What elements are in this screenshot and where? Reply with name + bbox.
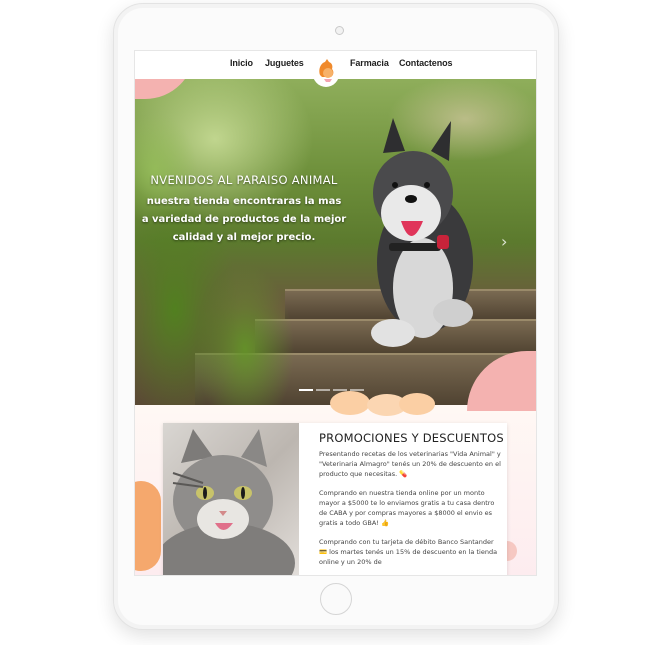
nav-link-juguetes[interactable]: Juguetes (265, 58, 304, 68)
website-screen: Inicio Juguetes Farmacia Contactenos NVE… (134, 50, 537, 576)
home-button[interactable] (320, 583, 352, 615)
promotion-paragraph: Comprando en nuestra tienda online por u… (319, 489, 495, 527)
hero-subtitle: nuestra tienda encontraras la mas a vari… (135, 193, 359, 247)
hero-text-block: NVENIDOS AL PARAISO ANIMAL nuestra tiend… (135, 173, 359, 247)
running-dog-image (371, 118, 473, 347)
promotion-paragraph: Presentando recetas de los veterinarias … (319, 450, 501, 478)
promotions-card: PROMOCIONES Y DESCUENTOS Presentando rec… (163, 423, 507, 575)
nav-link-farmacia[interactable]: Farmacia (350, 58, 389, 68)
carousel-indicator-4[interactable] (350, 389, 364, 391)
promotion-paragraph: Comprando con tu tarjeta de débito Banco… (319, 538, 498, 566)
carousel-indicator-1[interactable] (299, 389, 313, 391)
promotions-title: PROMOCIONES Y DESCUENTOS (319, 431, 504, 445)
dog-and-cat-logo-icon[interactable] (312, 55, 340, 87)
cat-image (163, 423, 299, 575)
nav-link-contactenos[interactable]: Contactenos (399, 58, 453, 68)
hero-title: NVENIDOS AL PARAISO ANIMAL (150, 173, 338, 187)
carousel-indicator-3[interactable] (333, 389, 347, 391)
decorative-orange-blob (135, 481, 161, 571)
nav-link-inicio[interactable]: Inicio (230, 58, 253, 68)
decorative-orange-blob (399, 393, 435, 415)
camera-icon (335, 26, 344, 35)
hero-subtitle-line: calidad y al mejor precio. (172, 232, 316, 243)
promotions-text: Presentando recetas de los veterinarias … (319, 449, 503, 575)
hero-carousel[interactable]: NVENIDOS AL PARAISO ANIMAL nuestra tiend… (135, 79, 536, 405)
hero-subtitle-line: a variedad de productos de la mejor (141, 214, 347, 225)
carousel-indicators (299, 389, 367, 407)
chevron-right-icon[interactable]: › (501, 232, 515, 251)
carousel-indicator-2[interactable] (316, 389, 330, 391)
hero-subtitle-line: nuestra tienda encontraras la mas (146, 196, 342, 207)
